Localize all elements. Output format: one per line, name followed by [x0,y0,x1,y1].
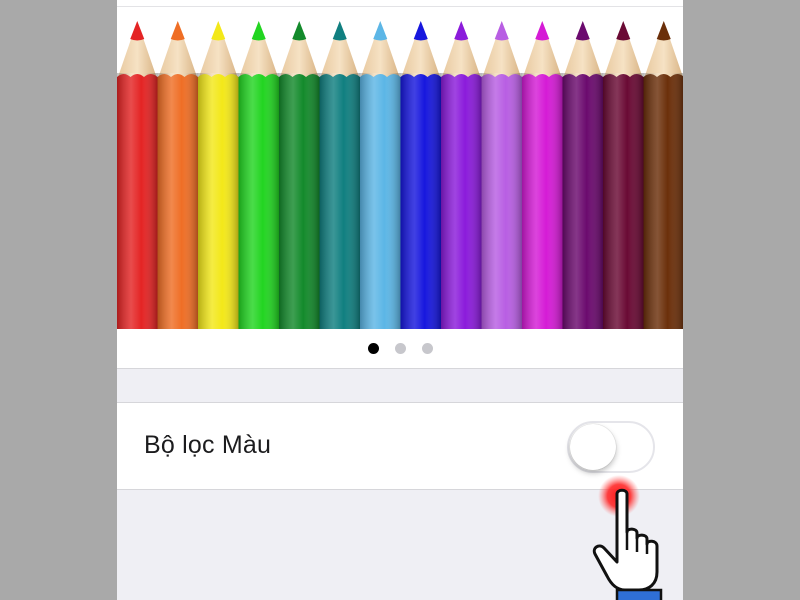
page-dot[interactable] [421,343,433,354]
page-dot[interactable] [394,343,406,354]
colored-pencils-preview [117,21,683,329]
color-filters-label: Bộ lọc Màu [144,431,272,459]
pencil [643,21,683,329]
color-filter-preview-card[interactable] [117,0,683,369]
page-indicator[interactable] [117,343,683,355]
pencil [562,21,603,329]
pencil [522,21,563,329]
pencil [603,21,644,329]
pencil [319,21,360,329]
pencil [117,21,158,329]
pencil [481,21,522,329]
settings-screen: Bộ lọc Màu [117,0,683,600]
divider [117,6,683,7]
page-dot[interactable] [367,343,379,354]
pencil [238,21,279,329]
pencil [279,21,320,329]
toggle-knob [570,424,616,470]
pencil [157,21,198,329]
pencil [400,21,441,329]
pencil [441,21,482,329]
pencil [360,21,401,329]
color-filters-toggle[interactable] [567,421,655,473]
pencil [198,21,239,329]
pointing-hand-icon [592,488,663,600]
